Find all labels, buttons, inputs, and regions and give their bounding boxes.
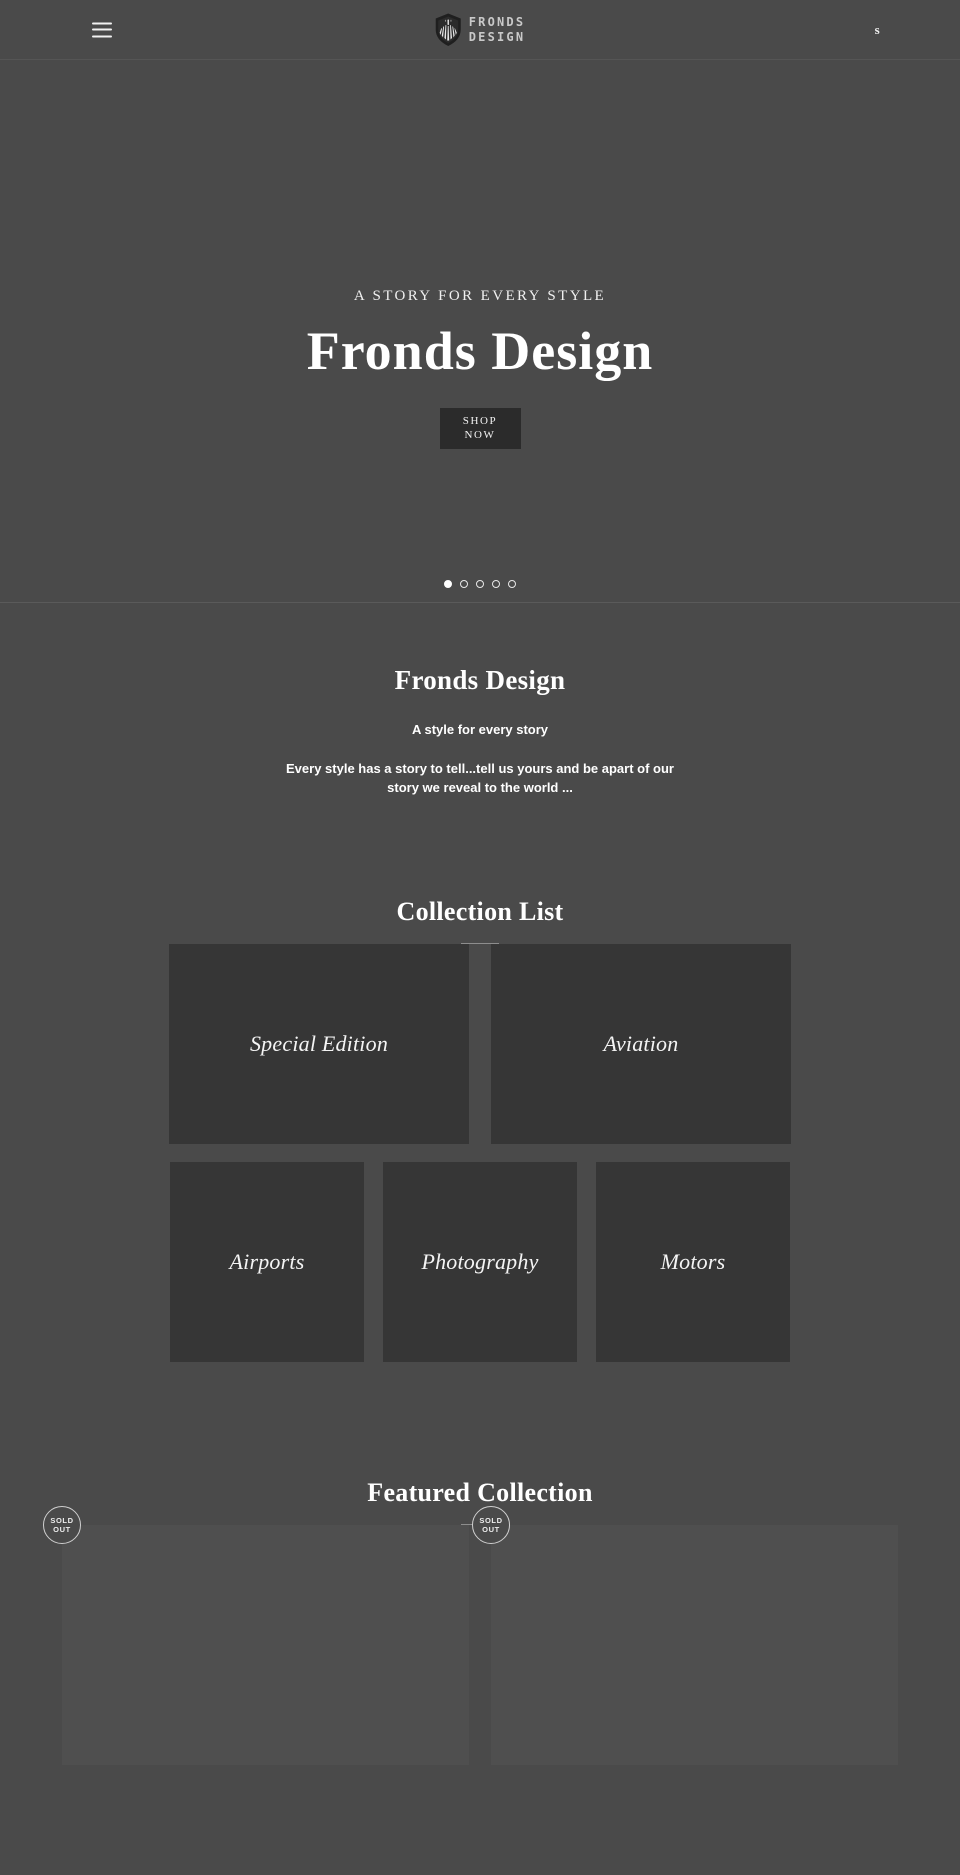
collection-card-2[interactable]: Aviation (491, 944, 791, 1144)
collection-card-label: Aviation (603, 1031, 679, 1056)
brand-wordmark: FRONDS DESIGN (469, 16, 526, 43)
hamburger-menu-icon[interactable] (92, 22, 112, 37)
fronds-shield-icon (435, 13, 461, 46)
sold-out-line2: OUT (482, 1525, 500, 1534)
hamburger-bar (92, 35, 112, 37)
collection-row-bottom: Airports Photography Motors (0, 1162, 960, 1362)
collection-list-header: Collection List (0, 831, 960, 944)
carousel-dot-3[interactable] (476, 580, 484, 588)
carousel-dot-4[interactable] (492, 580, 500, 588)
sold-out-badge: SOLD OUT (43, 1506, 81, 1544)
brand-word-top: FRONDS (468, 15, 526, 29)
carousel-dot-2[interactable] (460, 580, 468, 588)
collection-row-top: Special Edition Aviation (0, 944, 960, 1144)
hamburger-bar (92, 22, 112, 24)
brand-word-bottom: DESIGN (468, 30, 526, 44)
featured-collection-section: Featured Collection SOLD OUT SOLD OUT (0, 1380, 960, 1805)
brand-logo-link[interactable]: FRONDS DESIGN (435, 13, 526, 47)
carousel-dots (0, 580, 960, 588)
featured-collection-heading: Featured Collection (367, 1478, 593, 1507)
intro-tagline: A style for every story (411, 722, 549, 737)
hamburger-bar (92, 28, 112, 31)
collection-card-label: Motors (660, 1249, 726, 1274)
hero-slideshow: A STORY FOR EVERY STYLE Fronds Design SH… (0, 60, 960, 603)
collection-card-label: Photography (421, 1249, 539, 1274)
shop-now-button[interactable]: SHOP NOW (439, 407, 521, 449)
shop-now-line1: SHOP (462, 415, 498, 428)
carousel-dot-1[interactable] (444, 580, 452, 588)
collection-list-section: Collection List Special Edition Aviation … (0, 797, 960, 1362)
intro-title: Fronds Design (394, 665, 566, 695)
collection-card-1[interactable]: Special Edition (169, 944, 469, 1144)
hero-title: Fronds Design (306, 321, 654, 381)
sold-out-badge: SOLD OUT (472, 1506, 510, 1544)
collection-card-1[interactable]: Airports (170, 1162, 364, 1362)
hero-eyebrow: A STORY FOR EVERY STYLE (353, 288, 607, 304)
product-card-1[interactable]: SOLD OUT (43, 1506, 469, 1765)
carousel-dot-5[interactable] (508, 580, 516, 588)
hero-content: A STORY FOR EVERY STYLE Fronds Design SH… (0, 288, 960, 449)
search-link[interactable]: s (875, 22, 880, 38)
collection-card-label: Special Edition (249, 1031, 389, 1056)
site-header: FRONDS DESIGN s (0, 0, 960, 60)
featured-product-grid: SOLD OUT SOLD OUT (0, 1506, 960, 1805)
collection-card-label: Airports (229, 1249, 305, 1274)
collection-card-3[interactable]: Motors (596, 1162, 790, 1362)
intro-section: Fronds Design A style for every story Ev… (0, 603, 960, 797)
sold-out-line2: OUT (53, 1525, 71, 1534)
collection-card-2[interactable]: Photography (383, 1162, 577, 1362)
collection-list-heading: Collection List (396, 897, 564, 926)
product-card-2[interactable]: SOLD OUT (472, 1506, 898, 1765)
sold-out-line1: SOLD (50, 1516, 74, 1525)
shop-now-line2: NOW (464, 429, 496, 442)
intro-body: Every style has a story to tell...tell u… (286, 761, 674, 795)
sold-out-line1: SOLD (479, 1516, 503, 1525)
